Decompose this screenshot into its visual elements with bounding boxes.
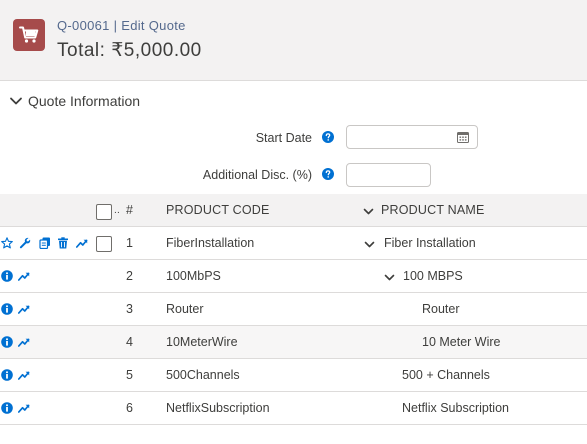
- quote-total: Total: ₹5,000.00: [57, 40, 202, 61]
- table-row[interactable]: 2 100MbPS 100 MBPS: [0, 260, 587, 293]
- row-number: 1: [126, 236, 133, 250]
- subtitle-separator: |: [113, 18, 118, 33]
- wrench-icon[interactable]: [19, 237, 31, 249]
- product-code-cell: NetflixSubscription: [166, 401, 270, 415]
- product-code-cell: 500Channels: [166, 368, 240, 382]
- table-row[interactable]: 4 10MeterWire 10 Meter Wire: [0, 326, 587, 359]
- additional-disc-label: Additional Disc. (%): [202, 168, 312, 182]
- record-mode: Edit Quote: [121, 18, 186, 33]
- table-header: .. # PRODUCT CODE PRODUCT NAME: [0, 194, 587, 227]
- chevron-down-icon[interactable]: [384, 272, 395, 283]
- product-code-cell: 100MbPS: [166, 269, 221, 283]
- column-header-product-code[interactable]: PRODUCT CODE: [166, 203, 270, 217]
- info-icon[interactable]: [1, 303, 13, 315]
- trend-up-icon[interactable]: [18, 369, 30, 381]
- cart-icon: [13, 19, 45, 51]
- table-row[interactable]: 3 Router Router: [0, 293, 587, 326]
- chevron-down-icon: [10, 97, 22, 105]
- table-row[interactable]: 6 NetflixSubscription Netflix Subscripti…: [0, 392, 587, 425]
- table-row[interactable]: 1 FiberInstallation Fiber Installation: [0, 227, 587, 260]
- product-name-cell: 100 MBPS: [403, 269, 463, 283]
- delete-icon[interactable]: [57, 237, 69, 249]
- product-code-cell: 10MeterWire: [166, 335, 238, 349]
- row-number: 2: [126, 269, 133, 283]
- start-date-input[interactable]: [346, 125, 478, 149]
- page-header: Q-00061 | Edit Quote Total: ₹5,000.00: [0, 0, 587, 81]
- help-icon[interactable]: [322, 131, 334, 143]
- info-icon[interactable]: [1, 369, 13, 381]
- row-number: 3: [126, 302, 133, 316]
- row-number: 5: [126, 368, 133, 382]
- trend-up-icon[interactable]: [18, 336, 30, 348]
- select-all-checkbox[interactable]: [96, 204, 112, 220]
- help-icon[interactable]: [322, 168, 334, 180]
- product-code-cell: Router: [166, 302, 204, 316]
- product-name-cell: Fiber Installation: [384, 236, 476, 250]
- product-code-cell: FiberInstallation: [166, 236, 255, 250]
- trend-up-icon[interactable]: [76, 237, 88, 249]
- record-subtitle: Q-00061 | Edit Quote: [57, 18, 186, 33]
- trend-up-icon[interactable]: [18, 402, 30, 414]
- info-icon[interactable]: [1, 336, 13, 348]
- product-name-cell: 500 + Channels: [402, 368, 490, 382]
- product-name-cell: Netflix Subscription: [402, 401, 509, 415]
- info-icon[interactable]: [1, 402, 13, 414]
- table-row[interactable]: 5 500Channels 500 + Channels: [0, 359, 587, 392]
- star-icon[interactable]: [1, 237, 13, 249]
- column-header-product-name[interactable]: PRODUCT NAME: [381, 203, 485, 217]
- trend-up-icon[interactable]: [18, 303, 30, 315]
- quote-information-section-toggle[interactable]: Quote Information: [9, 91, 140, 111]
- product-name-cell: 10 Meter Wire: [422, 335, 501, 349]
- copy-icon[interactable]: [39, 237, 51, 249]
- calendar-icon[interactable]: [457, 131, 469, 143]
- chevron-down-icon[interactable]: [363, 206, 374, 217]
- start-date-label: Start Date: [255, 131, 312, 145]
- additional-disc-input[interactable]: [346, 163, 431, 187]
- row-checkbox[interactable]: [96, 236, 112, 252]
- row-number: 6: [126, 401, 133, 415]
- record-id: Q-00061: [57, 18, 110, 33]
- row-number: 4: [126, 335, 133, 349]
- truncation-dots: ..: [114, 205, 120, 216]
- chevron-down-icon[interactable]: [364, 239, 375, 250]
- column-header-number[interactable]: #: [126, 203, 133, 217]
- product-name-cell: Router: [422, 302, 460, 316]
- section-title: Quote Information: [28, 93, 141, 109]
- trend-up-icon[interactable]: [18, 270, 30, 282]
- info-icon[interactable]: [1, 270, 13, 282]
